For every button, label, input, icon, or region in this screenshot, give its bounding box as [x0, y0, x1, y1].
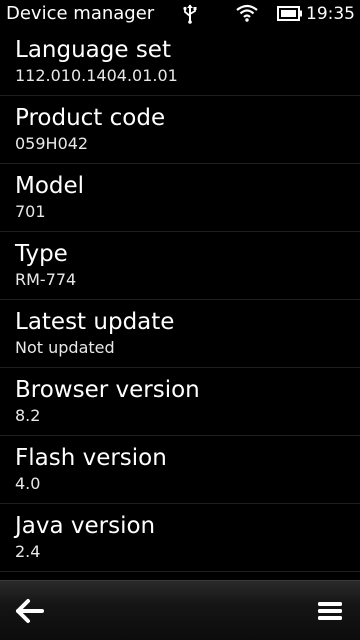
list-item-language-set[interactable]: Language set 112.010.1404.01.01 [0, 28, 360, 96]
back-arrow-icon [8, 589, 52, 633]
list-item-browser-version[interactable]: Browser version 8.2 [0, 368, 360, 436]
list-item-flash-version[interactable]: Flash version 4.0 [0, 436, 360, 504]
clock: 19:35 [306, 4, 355, 24]
item-value: 2.4 [15, 542, 41, 561]
list-item-type[interactable]: Type RM-774 [0, 232, 360, 300]
item-label: Latest update [15, 309, 175, 335]
item-value: 059H042 [15, 134, 89, 153]
menu-button[interactable] [308, 589, 352, 633]
app-title: Device manager [6, 3, 155, 24]
back-button[interactable] [8, 589, 52, 633]
item-label: Product code [15, 105, 166, 131]
item-label: Flash version [15, 445, 167, 471]
menu-icon [308, 589, 352, 633]
item-value: 8.2 [15, 406, 41, 425]
item-label: Browser version [15, 377, 200, 403]
item-value: 112.010.1404.01.01 [15, 66, 178, 85]
wifi-icon [236, 4, 258, 22]
device-details-list: Language set 112.010.1404.01.01 Product … [0, 28, 360, 580]
list-item-java-version[interactable]: Java version 2.4 [0, 504, 360, 572]
item-value: 4.0 [15, 474, 41, 493]
list-item-product-code[interactable]: Product code 059H042 [0, 96, 360, 164]
bottom-toolbar [0, 580, 360, 640]
item-label: Java version [15, 513, 156, 539]
item-value: RM-774 [15, 270, 77, 289]
item-label: Language set [15, 37, 171, 63]
battery-icon [277, 6, 303, 21]
item-value: Not updated [15, 338, 115, 357]
usb-icon [182, 4, 198, 24]
list-item-latest-update[interactable]: Latest update Not updated [0, 300, 360, 368]
item-label: Model [15, 173, 85, 199]
item-value: 701 [15, 202, 46, 221]
item-label: Type [15, 241, 68, 267]
status-bar: Device manager 19:35 [0, 0, 360, 28]
list-item-model[interactable]: Model 701 [0, 164, 360, 232]
